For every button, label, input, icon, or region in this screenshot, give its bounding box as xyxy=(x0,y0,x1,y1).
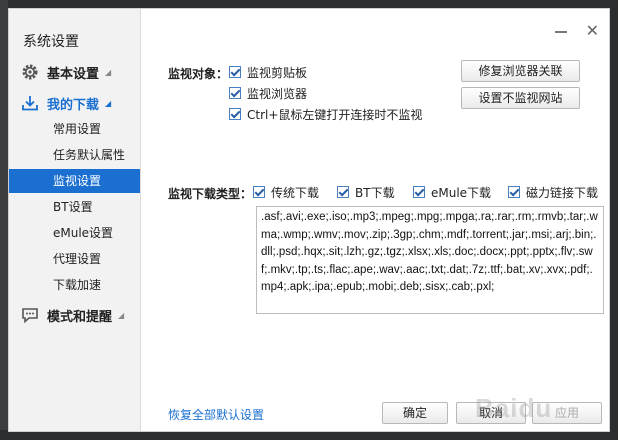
checkbox-checked-icon[interactable] xyxy=(229,87,241,99)
sidebar-group-label: 基本设置 xyxy=(47,66,100,82)
checkbox-checked-icon[interactable] xyxy=(229,66,241,78)
expand-triangle-icon: ◢ xyxy=(105,67,112,77)
settings-dialog: 系统设置 基本设置 ◢ 我的下载 ◢ 常用设置 任务默认属性 监视设置 BT设置… xyxy=(8,8,610,432)
sidebar-item-bt[interactable]: BT设置 xyxy=(9,195,140,219)
download-types-label: 监视下载类型： xyxy=(168,187,253,201)
option-label: 磁力链接下载 xyxy=(526,185,599,200)
monitor-objects-label: 监视对象： xyxy=(168,67,229,81)
file-extensions-textarea[interactable]: .asf;.avi;.exe;.iso;.mp3;.mpeg;.mpg;.mpg… xyxy=(256,206,604,314)
sidebar-group-label: 模式和提醒 xyxy=(47,309,113,325)
option-label: 监视剪贴板 xyxy=(247,65,308,80)
option-label: 监视浏览器 xyxy=(247,86,308,101)
sidebar-item-acceleration[interactable]: 下载加速 xyxy=(9,273,140,297)
type-classic-option[interactable]: 传统下载 xyxy=(253,183,319,201)
download-icon xyxy=(21,94,39,112)
background-window-edge xyxy=(0,0,8,440)
sidebar-group-mode-reminders[interactable]: 模式和提醒 ◢ xyxy=(21,305,124,325)
type-bt-option[interactable]: BT下载 xyxy=(337,183,395,201)
option-label: Ctrl+鼠标左键打开连接时不监视 xyxy=(247,107,423,122)
expand-triangle-icon: ◢ xyxy=(105,98,112,108)
checkbox-checked-icon[interactable] xyxy=(337,186,349,198)
gear-icon xyxy=(21,63,39,81)
option-label: BT下载 xyxy=(355,185,395,200)
ctrl-click-no-monitor-option[interactable]: Ctrl+鼠标左键打开连接时不监视 xyxy=(229,105,422,123)
sidebar-item-emule[interactable]: eMule设置 xyxy=(9,221,140,245)
checkbox-checked-icon[interactable] xyxy=(413,186,425,198)
option-label: 传统下载 xyxy=(271,185,320,200)
sidebar-group-downloads[interactable]: 我的下载 ◢ xyxy=(21,93,111,113)
set-excluded-sites-button[interactable]: 设置不监视网站 xyxy=(461,87,580,109)
sidebar-item-monitor[interactable]: 监视设置 xyxy=(9,169,140,193)
monitor-clipboard-option[interactable]: 监视剪贴板 xyxy=(229,63,307,81)
checkbox-checked-icon[interactable] xyxy=(253,186,265,198)
close-button[interactable]: ✕ xyxy=(586,21,599,40)
type-magnet-option[interactable]: 磁力链接下载 xyxy=(508,183,598,201)
repair-browser-association-button[interactable]: 修复浏览器关联 xyxy=(461,60,580,82)
sidebar-item-task-defaults[interactable]: 任务默认属性 xyxy=(9,143,140,167)
sidebar: 系统设置 基本设置 ◢ 我的下载 ◢ 常用设置 任务默认属性 监视设置 BT设置… xyxy=(9,9,141,431)
sidebar-item-common[interactable]: 常用设置 xyxy=(9,117,140,141)
restore-defaults-link[interactable]: 恢复全部默认设置 xyxy=(168,406,264,423)
sidebar-item-proxy[interactable]: 代理设置 xyxy=(9,247,140,271)
sidebar-group-label: 我的下载 xyxy=(47,97,100,113)
checkbox-checked-icon[interactable] xyxy=(229,108,241,120)
watermark: Baidu xyxy=(475,393,553,423)
sidebar-title: 系统设置 xyxy=(23,34,79,50)
checkbox-checked-icon[interactable] xyxy=(508,186,520,198)
option-label: eMule下载 xyxy=(431,185,492,200)
sidebar-group-basic[interactable]: 基本设置 ◢ xyxy=(21,62,111,82)
type-emule-option[interactable]: eMule下载 xyxy=(413,183,491,201)
chat-bubble-icon xyxy=(21,306,39,324)
expand-triangle-icon: ◢ xyxy=(118,310,125,320)
ok-button[interactable]: 确定 xyxy=(382,402,448,424)
monitor-browser-option[interactable]: 监视浏览器 xyxy=(229,84,307,102)
minimize-button[interactable] xyxy=(555,31,567,33)
